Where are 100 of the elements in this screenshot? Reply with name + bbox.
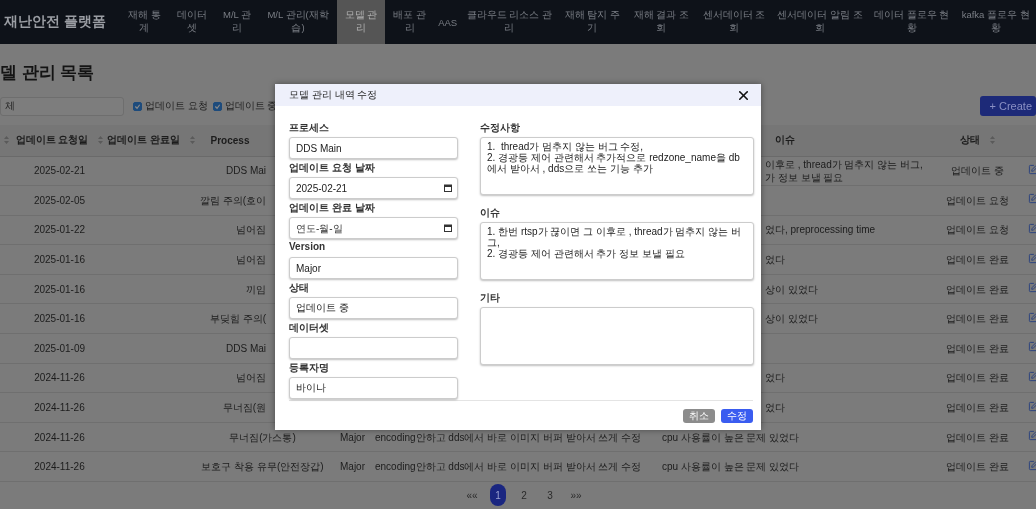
text-area[interactable]: 1. thread가 멈추지 않는 버그 수정, 2. 경광등 제어 관련해서 추가적으로 redzone_name을 db에서 받아서 , dds으로 쏘는 기능 추가 [480, 137, 754, 195]
table-cell: cpu 사용률이 높은 문제 있었다 [662, 431, 800, 443]
nav-item[interactable]: 재해 결과 조회 [626, 0, 696, 44]
sort-icon[interactable] [3, 135, 9, 144]
edit-icon[interactable] [1028, 370, 1036, 382]
edit-icon[interactable] [1028, 282, 1036, 294]
nav-item[interactable]: 재해 탐지 주기 [557, 0, 627, 44]
dialog-title: 모델 관리 내역 수정 [289, 88, 378, 102]
table-cell: 2024-11-26 [34, 431, 85, 443]
table-cell: 업데이트 완료 [946, 461, 1009, 473]
table-cell: 상이 있었다 [765, 283, 818, 295]
nav-item[interactable]: M/L 관리(재학습) [259, 0, 337, 44]
table-cell: 부딪힘 주의( [209, 313, 266, 325]
table-cell: 넘어짐 [236, 254, 266, 266]
field-label: 수정사항 [480, 121, 521, 135]
field-label: 업데이트 요청 날짜 [289, 161, 376, 175]
input-field[interactable]: 바이나 [289, 377, 458, 399]
nav-item[interactable]: AAS [434, 0, 462, 44]
previous-page-link[interactable]: «« [464, 484, 480, 507]
table-cell: DDS Mai [226, 342, 266, 354]
edit-icon[interactable] [1028, 223, 1036, 234]
sort-icon[interactable] [98, 136, 104, 145]
table-cell: 깔림 주의(호이 [199, 194, 266, 206]
column-header: 상태 [960, 133, 980, 148]
nav-item[interactable]: 배포 관리 [385, 0, 435, 44]
table-cell: 업데이트 완료 [946, 313, 1009, 325]
table-cell: 었다, preprocessing time [765, 224, 876, 236]
field-label: 데이터셋 [289, 321, 330, 335]
edit-icon[interactable] [1028, 252, 1036, 264]
field-label: 등록자명 [289, 361, 330, 375]
edit-icon[interactable] [1028, 193, 1036, 205]
field-label: 기타 [480, 291, 501, 305]
input-field[interactable] [289, 337, 458, 359]
nav-item[interactable]: kafka 플로우 현황 [955, 0, 1036, 44]
table-cell: 2025-02-05 [33, 194, 86, 206]
column-header: Process [210, 134, 250, 146]
checkbox[interactable] [133, 101, 142, 111]
table-cell: Major [340, 431, 365, 443]
nav-item[interactable]: 재해 통계 [119, 0, 169, 44]
page-link[interactable]: 3 [542, 484, 558, 507]
next-page-link[interactable]: »» [568, 484, 584, 507]
edit-icon[interactable] [1028, 459, 1036, 471]
text-area[interactable] [480, 307, 754, 365]
table-cell: 업데이트 완료 [946, 431, 1009, 443]
table-cell: 상이 있었다 [765, 313, 818, 325]
search-field[interactable]: 체 [0, 96, 124, 116]
edit-icon[interactable] [1028, 400, 1036, 412]
table-cell: 었다 [765, 372, 785, 384]
text-area[interactable]: 1. 한번 rtsp가 끊이면 그 이후로 , thread가 멈추지 않는 버그, 2. 경광등 제어 관련해서 추가 정보 보낼 필요 [480, 222, 754, 280]
table-cell: 2025-01-09 [33, 342, 86, 354]
checkbox-label: 업데이트 요청 [145, 99, 208, 113]
table-cell: 2024-11-26 [34, 461, 85, 473]
checkbox[interactable] [212, 101, 222, 111]
table-cell: 2025-01-16 [33, 254, 86, 266]
table-cell: 업데이트 완료 [946, 402, 1009, 414]
page-link[interactable]: 2 [516, 484, 532, 507]
edit-icon[interactable] [1028, 430, 1036, 442]
table-cell: 업데이트 완료 [946, 372, 1009, 384]
column-header: 업데이트 완료일 [107, 133, 180, 148]
date-field[interactable]: 연도-월-일 [289, 217, 458, 239]
column-header: 이슈 [775, 133, 795, 148]
table-cell: DDS Mai [226, 165, 266, 177]
table-cell: 2025-01-16 [33, 283, 86, 295]
calendar-icon[interactable] [444, 184, 452, 192]
input-field[interactable]: 업데이트 중 [289, 297, 458, 319]
table-cell: encoding안하고 dds에서 바로 이미지 버퍼 받아서 쓰게 수정 [375, 431, 640, 443]
nav-item[interactable]: 센서데이터 조회 [695, 0, 772, 44]
sort-icon[interactable] [990, 136, 995, 145]
column-header: 업데이트 요청일 [15, 133, 89, 148]
edit-icon[interactable] [1028, 163, 1036, 175]
table-cell: 업데이트 완료 [946, 254, 1009, 266]
create-button[interactable]: + Create [979, 96, 1036, 116]
table-cell: 넘어짐 [236, 372, 266, 384]
input-field[interactable]: DDS Main [289, 137, 458, 159]
table-cell: 끼임 [246, 283, 266, 295]
table-cell: 었다 [765, 402, 785, 414]
table-cell: 업데이트 완료 [946, 283, 1009, 295]
field-label: 이슈 [480, 206, 501, 220]
nav-item[interactable]: 센서데이터 알림 조회 [771, 0, 869, 44]
nav-item[interactable]: 모델 관리 [336, 0, 386, 44]
cancel-button[interactable]: 취소 [683, 408, 715, 423]
table-cell: cpu 사용률이 높은 문제 있었다 [662, 461, 800, 473]
nav-item[interactable]: 클라우드 리소스 관리 [461, 0, 558, 44]
nav-item[interactable]: 데이터 플로우 현황 [868, 0, 956, 44]
table-cell: 업데이트 요청 [946, 194, 1009, 206]
table-cell: 이후로 , thread가 멈추지 않는 버그, 가 정보 보낼 필요 [765, 158, 923, 183]
submit-button[interactable]: 수정 [721, 408, 753, 423]
edit-icon[interactable] [1028, 341, 1036, 353]
table-cell: 무너짐(가스통) [229, 431, 296, 443]
input-field[interactable]: Major [289, 257, 458, 279]
nav-item[interactable]: M/L 관리 [214, 0, 260, 44]
table-cell: 무너짐(원 [222, 402, 266, 414]
calendar-icon[interactable] [444, 224, 452, 232]
edit-icon[interactable] [1028, 311, 1036, 323]
date-field[interactable]: 2025-02-21 [289, 177, 458, 199]
page-link[interactable]: 1 [490, 484, 506, 507]
table-cell: 2025-01-22 [33, 224, 86, 236]
table-cell: 2025-01-16 [33, 313, 86, 325]
nav-item[interactable]: 데이터셋 [168, 0, 215, 44]
field-label: Version [289, 241, 327, 254]
